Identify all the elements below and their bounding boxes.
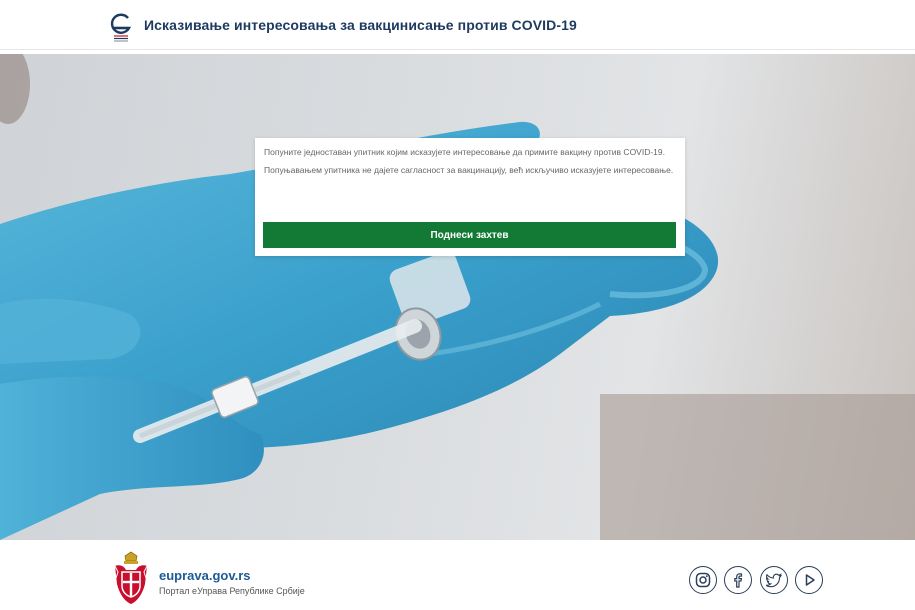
card-disclaimer-text: Попуњавањем упитника не дајете сагласнос… (264, 165, 674, 175)
interest-card: Попуните једноставан упитник којим исказ… (255, 138, 685, 256)
facebook-icon (734, 573, 743, 588)
page-title: Исказивање интересовања за вакцинисање п… (144, 17, 577, 33)
serbian-coat-of-arms-icon[interactable] (114, 550, 148, 606)
twitter-button[interactable] (760, 566, 788, 594)
vaccine-photo (0, 54, 915, 540)
card-intro-text: Попуните једноставан упитник којим исказ… (264, 147, 665, 157)
site-link[interactable]: euprava.gov.rs (159, 568, 251, 583)
instagram-icon (695, 572, 711, 588)
site-footer: euprava.gov.rs Портал еУправа Републике … (0, 540, 915, 610)
youtube-button[interactable] (795, 566, 823, 594)
facebook-button[interactable] (724, 566, 752, 594)
twitter-icon (766, 573, 782, 588)
portal-subtitle: Портал еУправа Републике Србије (159, 586, 305, 596)
site-header: Исказивање интересовања за вакцинисање п… (0, 0, 915, 50)
hero-image (0, 54, 915, 540)
eid-logo-icon[interactable] (108, 8, 134, 44)
youtube-icon (805, 574, 815, 586)
instagram-button[interactable] (689, 566, 717, 594)
submit-request-button[interactable]: Поднеси захтев (263, 222, 676, 248)
